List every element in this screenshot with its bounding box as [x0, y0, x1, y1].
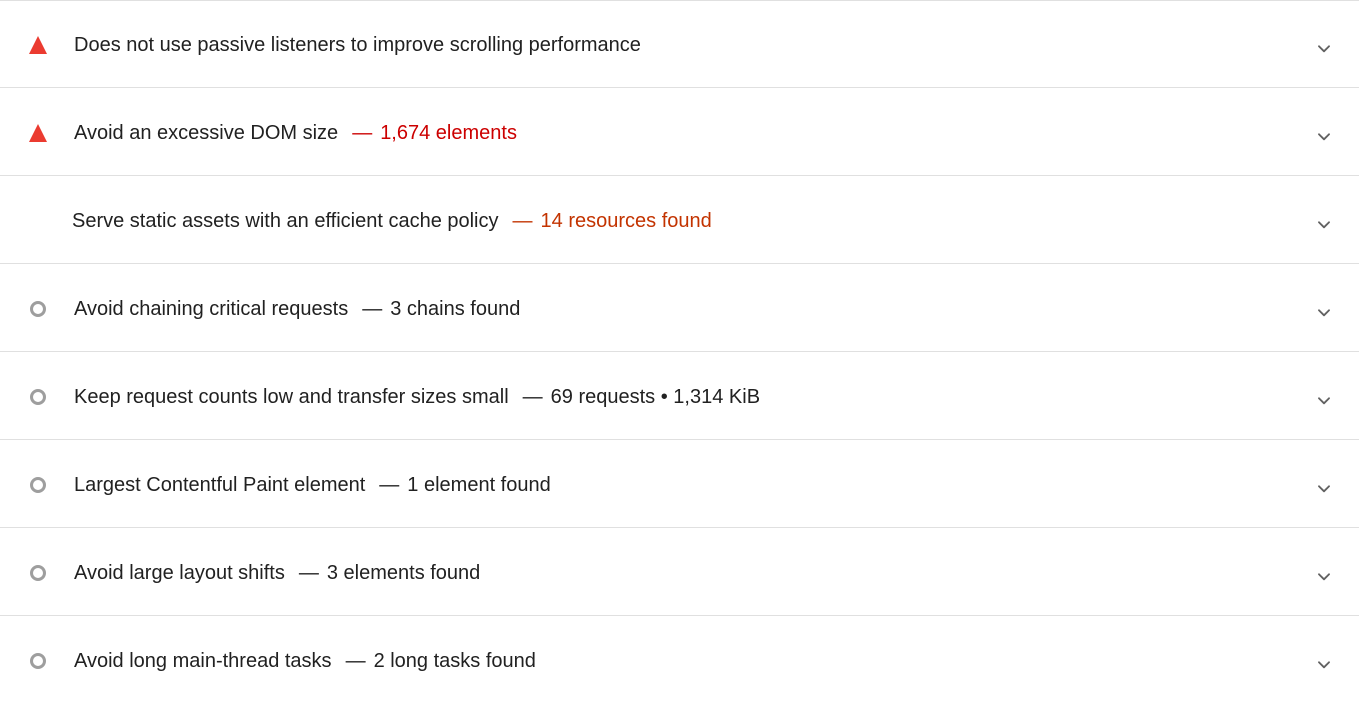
audit-title: Largest Contentful Paint element	[74, 474, 366, 496]
audit-title: Avoid large layout shifts	[74, 562, 285, 584]
info-circle-icon	[30, 653, 46, 669]
audit-row[interactable]: Largest Contentful Paint element — 1 eleme…	[0, 440, 1359, 528]
display-separator: —	[345, 650, 366, 672]
audit-title-line: Avoid long main-thread tasks — 2 long task…	[74, 649, 536, 673]
audit-title-line: Does not use passive listeners to improv…	[74, 33, 641, 57]
info-circle-icon	[30, 389, 46, 405]
chevron-down-icon[interactable]	[1313, 390, 1335, 412]
info-circle-icon	[30, 565, 46, 581]
audit-display-value: 69 requests • 1,314 KiB	[550, 386, 761, 408]
chevron-down-icon[interactable]	[1313, 478, 1335, 500]
audit-list: Does not use passive listeners to improv…	[0, 0, 1359, 701]
audit-row[interactable]: Does not use passive listeners to improv…	[0, 0, 1359, 88]
display-separator: —	[512, 210, 533, 232]
audit-title: Keep request counts low and transfer siz…	[74, 386, 509, 408]
audit-display-value: 14 resources found	[540, 210, 712, 232]
chevron-down-icon[interactable]	[1313, 302, 1335, 324]
audit-title: Avoid an excessive DOM size	[74, 122, 339, 144]
audit-display-value: 1,674 elements	[380, 122, 517, 144]
audit-display-value: 2 long tasks found	[373, 650, 536, 672]
display-separator: —	[362, 298, 383, 320]
chevron-down-icon[interactable]	[1313, 566, 1335, 588]
audit-title-line: Avoid an excessive DOM size — 1,674 elemen…	[74, 121, 517, 145]
audit-row[interactable]: Avoid an excessive DOM size — 1,674 elemen…	[0, 88, 1359, 176]
fail-triangle-icon	[29, 124, 47, 142]
audit-title-line: Serve static assets with an efficient ca…	[72, 209, 712, 233]
audit-title: Does not use passive listeners to improv…	[74, 34, 641, 56]
chevron-down-icon[interactable]	[1313, 38, 1335, 60]
display-separator: —	[298, 562, 319, 584]
audit-title: Serve static assets with an efficient ca…	[72, 210, 499, 232]
audit-display-value: 1 element found	[407, 474, 551, 496]
audit-title-line: Avoid chaining critical requests — 3 chain…	[74, 297, 520, 321]
audit-display-value: 3 chains found	[390, 298, 521, 320]
audit-row[interactable]: Avoid chaining critical requests — 3 chain…	[0, 264, 1359, 352]
audit-display-value: 3 elements found	[326, 562, 481, 584]
display-separator: —	[522, 386, 543, 408]
display-separator: —	[352, 122, 373, 144]
chevron-down-icon[interactable]	[1313, 654, 1335, 676]
fail-triangle-icon	[29, 36, 47, 54]
info-circle-icon	[30, 301, 46, 317]
audit-row[interactable]: Avoid large layout shifts — 3 elements fou…	[0, 528, 1359, 616]
audit-title-line: Largest Contentful Paint element — 1 eleme…	[74, 473, 551, 497]
display-separator: —	[379, 474, 400, 496]
audit-title-line: Avoid large layout shifts — 3 elements fou…	[74, 561, 480, 585]
chevron-down-icon[interactable]	[1313, 214, 1335, 236]
audit-title: Avoid chaining critical requests	[74, 298, 349, 320]
info-circle-icon	[30, 477, 46, 493]
audit-row[interactable]: Avoid long main-thread tasks — 2 long task…	[0, 616, 1359, 704]
audit-row[interactable]: Serve static assets with an efficient ca…	[0, 176, 1359, 264]
audit-row[interactable]: Keep request counts low and transfer siz…	[0, 352, 1359, 440]
audit-title-line: Keep request counts low and transfer siz…	[74, 385, 760, 409]
audit-title: Avoid long main-thread tasks	[74, 650, 332, 672]
chevron-down-icon[interactable]	[1313, 126, 1335, 148]
